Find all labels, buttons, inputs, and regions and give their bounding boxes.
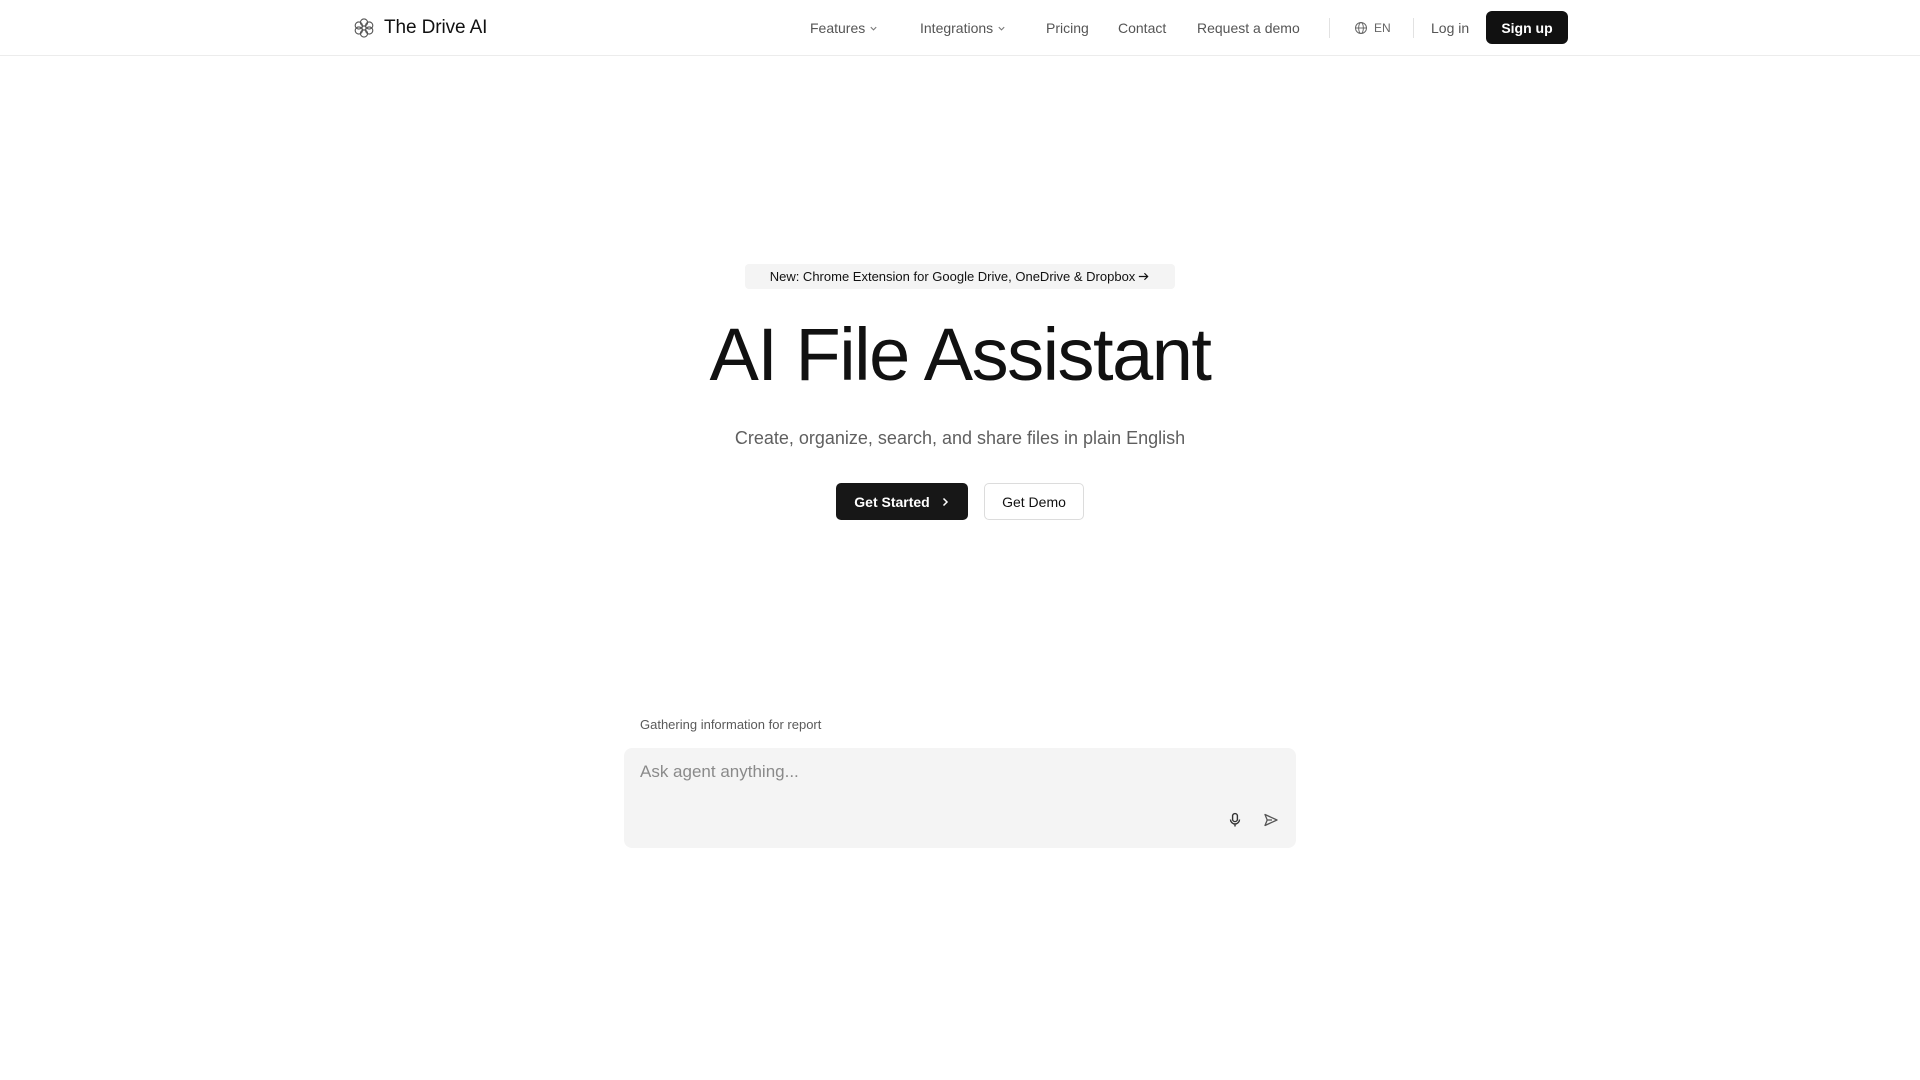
announcement-banner[interactable]: New: Chrome Extension for Google Drive, … [745,264,1175,289]
globe-icon [1355,22,1367,34]
signup-button[interactable]: Sign up [1486,11,1568,44]
agent-status-text: Gathering information for report [640,717,822,732]
nav-request-demo[interactable]: Request a demo [1197,18,1300,38]
nav-integrations[interactable]: Integrations [920,18,1006,38]
hero-title: AI File Assistant [709,313,1212,396]
site-header: The Drive AI Features Integrations Prici… [0,0,1920,56]
nav-pricing[interactable]: Pricing [1046,18,1089,38]
agent-chat-box [624,748,1296,848]
nav-divider [1413,18,1414,38]
get-started-button[interactable]: Get Started [836,483,968,520]
nav-divider [1329,18,1330,38]
send-icon [1264,813,1278,827]
announcement-text: New: Chrome Extension for Google Drive, … [769,269,1136,284]
language-label: EN [1374,21,1391,35]
arrow-right-icon [1139,272,1149,281]
send-button[interactable] [1261,810,1281,830]
chevron-right-icon [942,497,948,506]
get-demo-button[interactable]: Get Demo [984,483,1084,520]
nav-integrations-label: Integrations [920,20,994,36]
chevron-down-icon [870,26,877,31]
nav-contact[interactable]: Contact [1118,18,1166,38]
chevron-down-icon [998,26,1005,31]
get-started-label: Get Started [854,493,930,510]
hero-subtitle: Create, organize, search, and share file… [734,428,1186,448]
login-link[interactable]: Log in [1431,18,1469,38]
main-nav: Features Integrations Pricing Contact Re… [0,0,1920,56]
agent-input[interactable] [640,758,1260,786]
mic-button[interactable] [1225,810,1245,830]
language-selector[interactable]: EN [1354,18,1391,38]
nav-features-label: Features [810,20,866,36]
microphone-icon [1229,812,1241,827]
nav-features[interactable]: Features [810,18,878,38]
